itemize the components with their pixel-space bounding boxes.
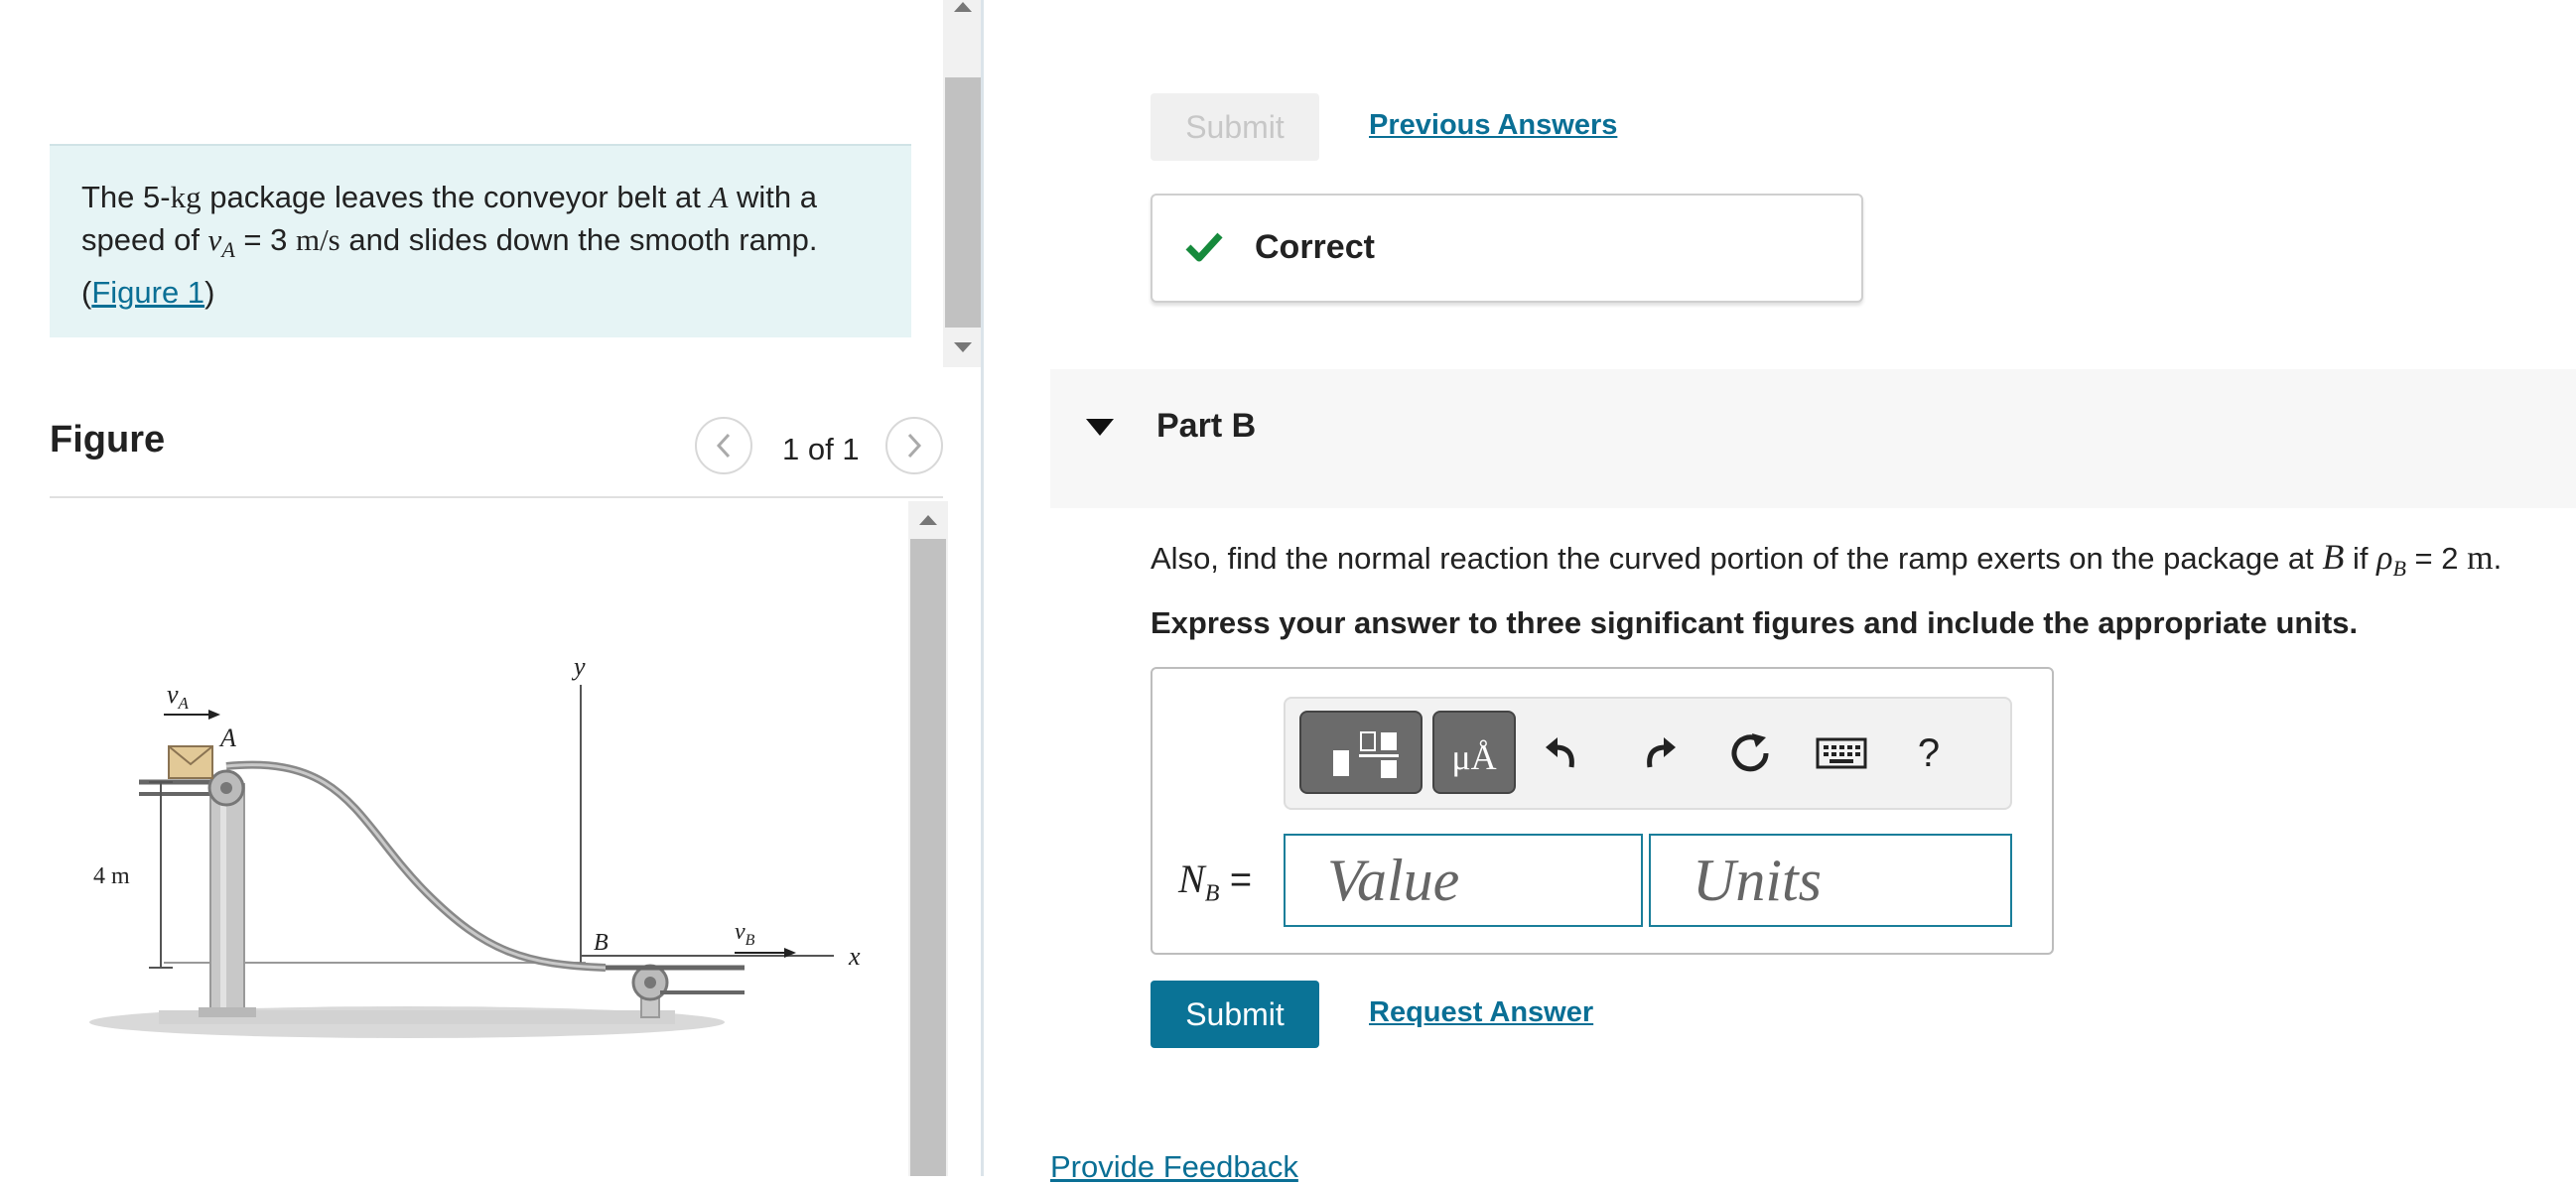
rho-subscript: B [2392, 556, 2406, 582]
problem-scrollbar-thumb[interactable] [945, 77, 981, 328]
question-text-part: Also, find the normal reaction the curve… [1151, 541, 2323, 576]
problem-text-part: ) [204, 275, 215, 311]
left-support-column [209, 783, 245, 1015]
problem-text-part: package leaves the conveyor belt at [201, 180, 710, 214]
fraction-template-icon [1333, 731, 1399, 778]
redo-button[interactable] [1628, 719, 1688, 788]
previous-figure-button[interactable] [695, 417, 752, 474]
part-b-label: Part B [1156, 407, 1257, 445]
previous-answers-link[interactable]: Previous Answers [1369, 109, 1617, 142]
units-input[interactable] [1649, 834, 2012, 927]
answer-variable: N [1178, 856, 1205, 901]
part-b-instruction: Express your answer to three significant… [1151, 605, 2359, 640]
figure-scroll-up-arrow[interactable] [919, 515, 937, 525]
question-text-part: if [2344, 541, 2377, 576]
answer-subscript: B [1204, 880, 1220, 907]
caret-down-icon[interactable] [1086, 419, 1114, 436]
speed-value: = 3 [234, 222, 296, 257]
figure-scrollbar[interactable] [908, 501, 948, 1176]
y-axis-label: y [571, 652, 586, 681]
answer-label: NB = [1178, 856, 1252, 908]
reset-button[interactable] [1720, 719, 1780, 788]
undo-icon [1546, 737, 1574, 768]
problem-statement: The 5-kg package leaves the conveyor bel… [50, 144, 911, 337]
mass-unit: kg [170, 180, 202, 214]
figure-scrollbar-thumb[interactable] [910, 539, 946, 1176]
templates-button[interactable] [1299, 711, 1423, 794]
micro-angstrom-icon: μÅ [1451, 737, 1497, 777]
part-b-question: Also, find the normal reaction the curve… [1151, 536, 2502, 582]
speed-subscript: A [221, 237, 235, 263]
part-b-header[interactable]: Part B [1050, 369, 2576, 508]
problem-text-part: The 5- [81, 180, 171, 214]
speed-symbol: v [207, 222, 222, 257]
figure-header: Figure 1 of 1 [50, 397, 943, 498]
left-support-highlight [220, 789, 226, 1012]
pane-divider[interactable] [981, 0, 984, 1176]
speed-unit: m/s [295, 222, 340, 257]
checkmark-icon [1185, 232, 1223, 262]
rho-value: = 2 [2405, 541, 2468, 576]
point-a-label: A [218, 724, 236, 752]
chevron-right-icon [907, 433, 922, 459]
upper-pulley-hub [220, 782, 232, 794]
question-text-part: . [2493, 541, 2503, 576]
point-b-label: B [594, 930, 609, 956]
math-toolbar: μÅ ? [1284, 697, 2012, 810]
answer-equals: = [1219, 859, 1253, 901]
keyboard-button[interactable] [1812, 719, 1871, 788]
point-a-symbol: A [709, 180, 729, 214]
provide-feedback-link[interactable]: Provide Feedback [1050, 1149, 1298, 1185]
figure-link[interactable]: Figure 1 [91, 275, 204, 310]
point-b-symbol: B [2322, 537, 2345, 577]
figure-pager-count: 1 of 1 [782, 432, 860, 466]
units-button[interactable]: μÅ [1432, 711, 1516, 794]
scroll-down-arrow[interactable] [954, 342, 972, 352]
help-button[interactable]: ? [1899, 719, 1959, 788]
problem-scrollbar[interactable] [943, 0, 983, 367]
next-figure-button[interactable] [885, 417, 943, 474]
correct-feedback-box: Correct [1151, 194, 1863, 303]
rho-unit: m [2467, 540, 2494, 577]
undo-button[interactable] [1534, 719, 1593, 788]
chevron-left-icon [716, 433, 731, 459]
va-label: vA [167, 680, 190, 713]
submit-button[interactable]: Submit [1151, 981, 1319, 1048]
answer-box: μÅ ? NB = Value Units [1151, 667, 2054, 955]
redo-icon [1647, 737, 1676, 768]
figure-title: Figure [50, 419, 166, 461]
scroll-up-arrow[interactable] [954, 2, 972, 12]
ramp-diagram: vA A y 4 m B vB x [89, 652, 861, 1038]
x-axis-label: x [848, 942, 861, 971]
correct-label: Correct [1255, 228, 1375, 266]
left-pane: The 5-kg package leaves the conveyor bel… [0, 0, 983, 1176]
rho-symbol: ρ [2376, 540, 2393, 577]
problem-text: The 5-kg package leaves the conveyor bel… [81, 176, 885, 314]
request-answer-link[interactable]: Request Answer [1369, 996, 1593, 1029]
lower-pulley-hub [644, 977, 656, 988]
height-label: 4 m [93, 863, 130, 889]
value-input[interactable] [1284, 834, 1643, 927]
ramp-curve-highlight [225, 763, 607, 970]
reset-icon [1731, 733, 1769, 772]
left-support-base [199, 1007, 256, 1017]
part-a-submit-button[interactable]: Submit [1151, 93, 1319, 161]
ramp-curve [225, 760, 607, 972]
keyboard-icon [1816, 737, 1867, 769]
va-arrow-head [208, 710, 220, 720]
figure-image: vA A y 4 m B vB x [50, 516, 913, 1176]
vb-label: vB [735, 919, 755, 949]
